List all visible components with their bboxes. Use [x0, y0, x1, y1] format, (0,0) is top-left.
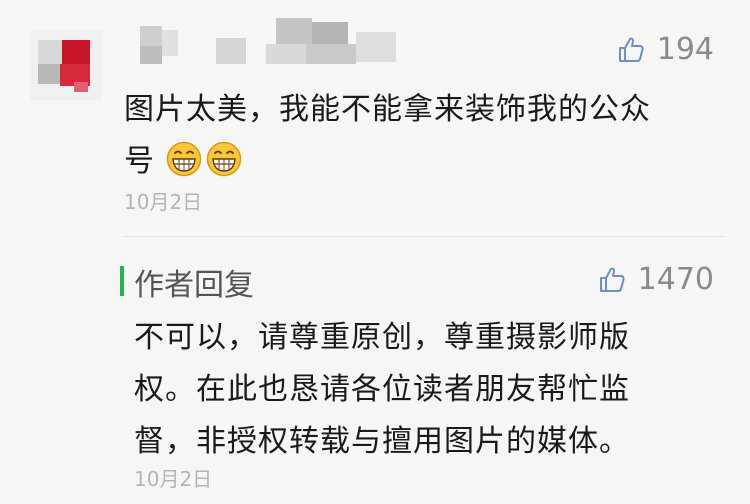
comment-like-button[interactable]: 194 — [617, 32, 714, 67]
comment-text-tail: 号 — [124, 144, 155, 179]
divider — [124, 236, 724, 237]
comment-text: 图片太美，我能不能拿来装饰我的公众 号 — [124, 84, 724, 188]
reply-text: 不可以，请尊重原创，尊重摄影师版 权。在此也恳请各位读者朋友帮忙监 督，非授权转… — [134, 312, 724, 468]
author-reply-label: 作者回复 — [134, 268, 254, 303]
reply-text-line: 权。在此也恳请各位读者朋友帮忙监 — [134, 372, 630, 407]
thumbs-up-icon — [599, 267, 625, 292]
reply-like-button[interactable]: 1470 — [598, 262, 714, 297]
grinning-face-icon — [166, 141, 201, 177]
avatar[interactable] — [30, 30, 102, 100]
reply-like-count: 1470 — [637, 262, 714, 297]
reply-date: 10月2日 — [134, 467, 213, 491]
comment-date: 10月2日 — [124, 190, 203, 214]
thumbs-up-icon — [618, 37, 644, 62]
comment-text-line: 号 — [124, 136, 724, 188]
reply-text-line: 督，非授权转载与擅用图片的媒体。 — [134, 424, 630, 459]
commenter-name-blurred — [126, 18, 406, 68]
reply-accent-bar — [120, 266, 124, 296]
comment-thread: 194 图片太美，我能不能拿来装饰我的公众 号 10月2日 作者回复 1470 … — [0, 0, 750, 504]
reply-text-line: 不可以，请尊重原创，尊重摄影师版 — [134, 320, 630, 355]
comment-like-count: 194 — [656, 32, 714, 67]
comment-text-line: 图片太美，我能不能拿来装饰我的公众 — [124, 92, 651, 127]
grinning-face-icon — [206, 141, 241, 177]
